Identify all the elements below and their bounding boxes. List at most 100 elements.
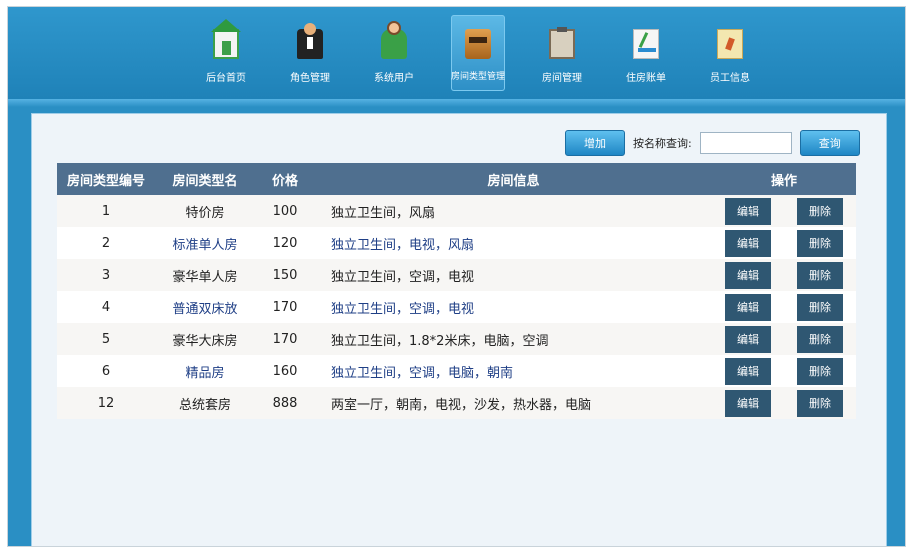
- nav-label: 房间类型管理: [451, 72, 506, 82]
- nav-item-housing-bill[interactable]: 住房账单: [604, 15, 688, 91]
- cell-price: 160: [255, 355, 315, 387]
- cell-info: 独立卫生间，空调，电脑，朝南: [315, 355, 712, 387]
- nav-label: 员工信息: [710, 73, 750, 84]
- edit-button[interactable]: 编辑: [725, 229, 771, 257]
- top-navigation-bar: 后台首页 角色管理 系统用户 房间类型管理 房间管理 住房账单 员工信息: [8, 7, 905, 107]
- delete-cell: 删除: [784, 291, 856, 323]
- home-icon: [211, 19, 241, 59]
- table-row: 6 精品房 160 独立卫生间，空调，电脑，朝南 编辑 删除: [57, 355, 856, 387]
- cell-id: 1: [57, 195, 155, 227]
- edit-cell: 编辑: [712, 195, 784, 227]
- cell-id: 4: [57, 291, 155, 323]
- cell-price: 170: [255, 323, 315, 355]
- room-type-table: 房间类型编号 房间类型名 价格 房间信息 操作 1 特价房 100 独立卫生间，…: [57, 163, 856, 419]
- edit-cell: 编辑: [712, 291, 784, 323]
- edit-button[interactable]: 编辑: [725, 197, 771, 225]
- waiter-icon: [297, 23, 323, 59]
- content-panel: 增加 按名称查询: 查询 房间类型编号 房间类型名 价格 房间信息 操作 1 特…: [31, 113, 887, 546]
- delete-button[interactable]: 删除: [797, 293, 843, 321]
- nav-item-room-management[interactable]: 房间管理: [520, 15, 604, 91]
- edit-button[interactable]: 编辑: [725, 325, 771, 353]
- nav-item-staff-info[interactable]: 员工信息: [688, 15, 772, 91]
- edit-cell: 编辑: [712, 323, 784, 355]
- cell-price: 150: [255, 259, 315, 291]
- delete-cell: 删除: [784, 195, 856, 227]
- user-icon: [381, 21, 407, 59]
- edit-button[interactable]: 编辑: [725, 357, 771, 385]
- cell-id: 6: [57, 355, 155, 387]
- nav-item-system-users[interactable]: 系统用户: [352, 15, 436, 91]
- staff-note-icon: [717, 29, 743, 59]
- cell-name: 普通双床放: [155, 291, 255, 323]
- nav-label: 住房账单: [626, 73, 666, 84]
- nav-item-home[interactable]: 后台首页: [184, 15, 268, 91]
- delete-cell: 删除: [784, 259, 856, 291]
- cell-id: 12: [57, 387, 155, 419]
- bill-icon: [633, 29, 659, 59]
- header-price: 价格: [255, 163, 315, 195]
- delete-cell: 删除: [784, 355, 856, 387]
- delete-cell: 删除: [784, 323, 856, 355]
- table-header-row: 房间类型编号 房间类型名 价格 房间信息 操作: [57, 163, 856, 195]
- delete-button[interactable]: 删除: [797, 325, 843, 353]
- edit-cell: 编辑: [712, 259, 784, 291]
- cell-name: 精品房: [155, 355, 255, 387]
- nav-item-role-management[interactable]: 角色管理: [268, 15, 352, 91]
- table-row: 5 豪华大床房 170 独立卫生间，1.8*2米床，电脑，空调 编辑 删除: [57, 323, 856, 355]
- nav-label: 房间管理: [542, 73, 582, 84]
- cell-name: 总统套房: [155, 387, 255, 419]
- cell-id: 5: [57, 323, 155, 355]
- delete-button[interactable]: 删除: [797, 389, 843, 417]
- search-input[interactable]: [699, 132, 792, 154]
- cell-price: 170: [255, 291, 315, 323]
- cell-info: 独立卫生间，空调，电视: [315, 291, 712, 323]
- table-row: 2 标准单人房 120 独立卫生间，电视，风扇 编辑 删除: [57, 227, 856, 259]
- edit-cell: 编辑: [712, 355, 784, 387]
- table-row: 4 普通双床放 170 独立卫生间，空调，电视 编辑 删除: [57, 291, 856, 323]
- edit-button[interactable]: 编辑: [725, 389, 771, 417]
- nav-label: 后台首页: [206, 73, 246, 84]
- table-row: 1 特价房 100 独立卫生间，风扇 编辑 删除: [57, 195, 856, 227]
- table-row: 3 豪华单人房 150 独立卫生间，空调，电视 编辑 删除: [57, 259, 856, 291]
- main-nav: 后台首页 角色管理 系统用户 房间类型管理 房间管理 住房账单 员工信息: [184, 15, 772, 91]
- search-label: 按名称查询:: [633, 137, 692, 150]
- cell-info: 两室一厅，朝南，电视，沙发，热水器，电脑: [315, 387, 712, 419]
- edit-cell: 编辑: [712, 227, 784, 259]
- table-row: 12 总统套房 888 两室一厅，朝南，电视，沙发，热水器，电脑 编辑 删除: [57, 387, 856, 419]
- delete-button[interactable]: 删除: [797, 357, 843, 385]
- nav-label: 角色管理: [290, 73, 330, 84]
- delete-button[interactable]: 删除: [797, 261, 843, 289]
- app-frame: 后台首页 角色管理 系统用户 房间类型管理 房间管理 住房账单 员工信息 增加 …: [7, 6, 906, 547]
- cell-info: 独立卫生间，电视，风扇: [315, 227, 712, 259]
- header-operations: 操作: [712, 163, 856, 195]
- cell-price: 888: [255, 387, 315, 419]
- cell-id: 3: [57, 259, 155, 291]
- edit-button[interactable]: 编辑: [725, 261, 771, 289]
- delete-button[interactable]: 删除: [797, 229, 843, 257]
- edit-button[interactable]: 编辑: [725, 293, 771, 321]
- header-room-type-id: 房间类型编号: [57, 163, 155, 195]
- delete-button[interactable]: 删除: [797, 197, 843, 225]
- cell-price: 100: [255, 195, 315, 227]
- room-type-icon: [465, 29, 491, 59]
- cell-info: 独立卫生间，1.8*2米床，电脑，空调: [315, 323, 712, 355]
- nav-label: 系统用户: [374, 73, 414, 84]
- cell-info: 独立卫生间，空调，电视: [315, 259, 712, 291]
- delete-cell: 删除: [784, 227, 856, 259]
- cell-name: 豪华大床房: [155, 323, 255, 355]
- nav-item-room-type-management[interactable]: 房间类型管理: [451, 15, 505, 91]
- clipboard-icon: [549, 27, 575, 59]
- search-toolbar: 增加 按名称查询: 查询: [565, 130, 860, 156]
- cell-id: 2: [57, 227, 155, 259]
- delete-cell: 删除: [784, 387, 856, 419]
- cell-info: 独立卫生间，风扇: [315, 195, 712, 227]
- cell-name: 豪华单人房: [155, 259, 255, 291]
- cell-price: 120: [255, 227, 315, 259]
- cell-name: 特价房: [155, 195, 255, 227]
- edit-cell: 编辑: [712, 387, 784, 419]
- query-button[interactable]: 查询: [799, 130, 860, 156]
- header-room-info: 房间信息: [315, 163, 712, 195]
- header-room-type-name: 房间类型名: [155, 163, 255, 195]
- add-button[interactable]: 增加: [565, 130, 625, 156]
- cell-name: 标准单人房: [155, 227, 255, 259]
